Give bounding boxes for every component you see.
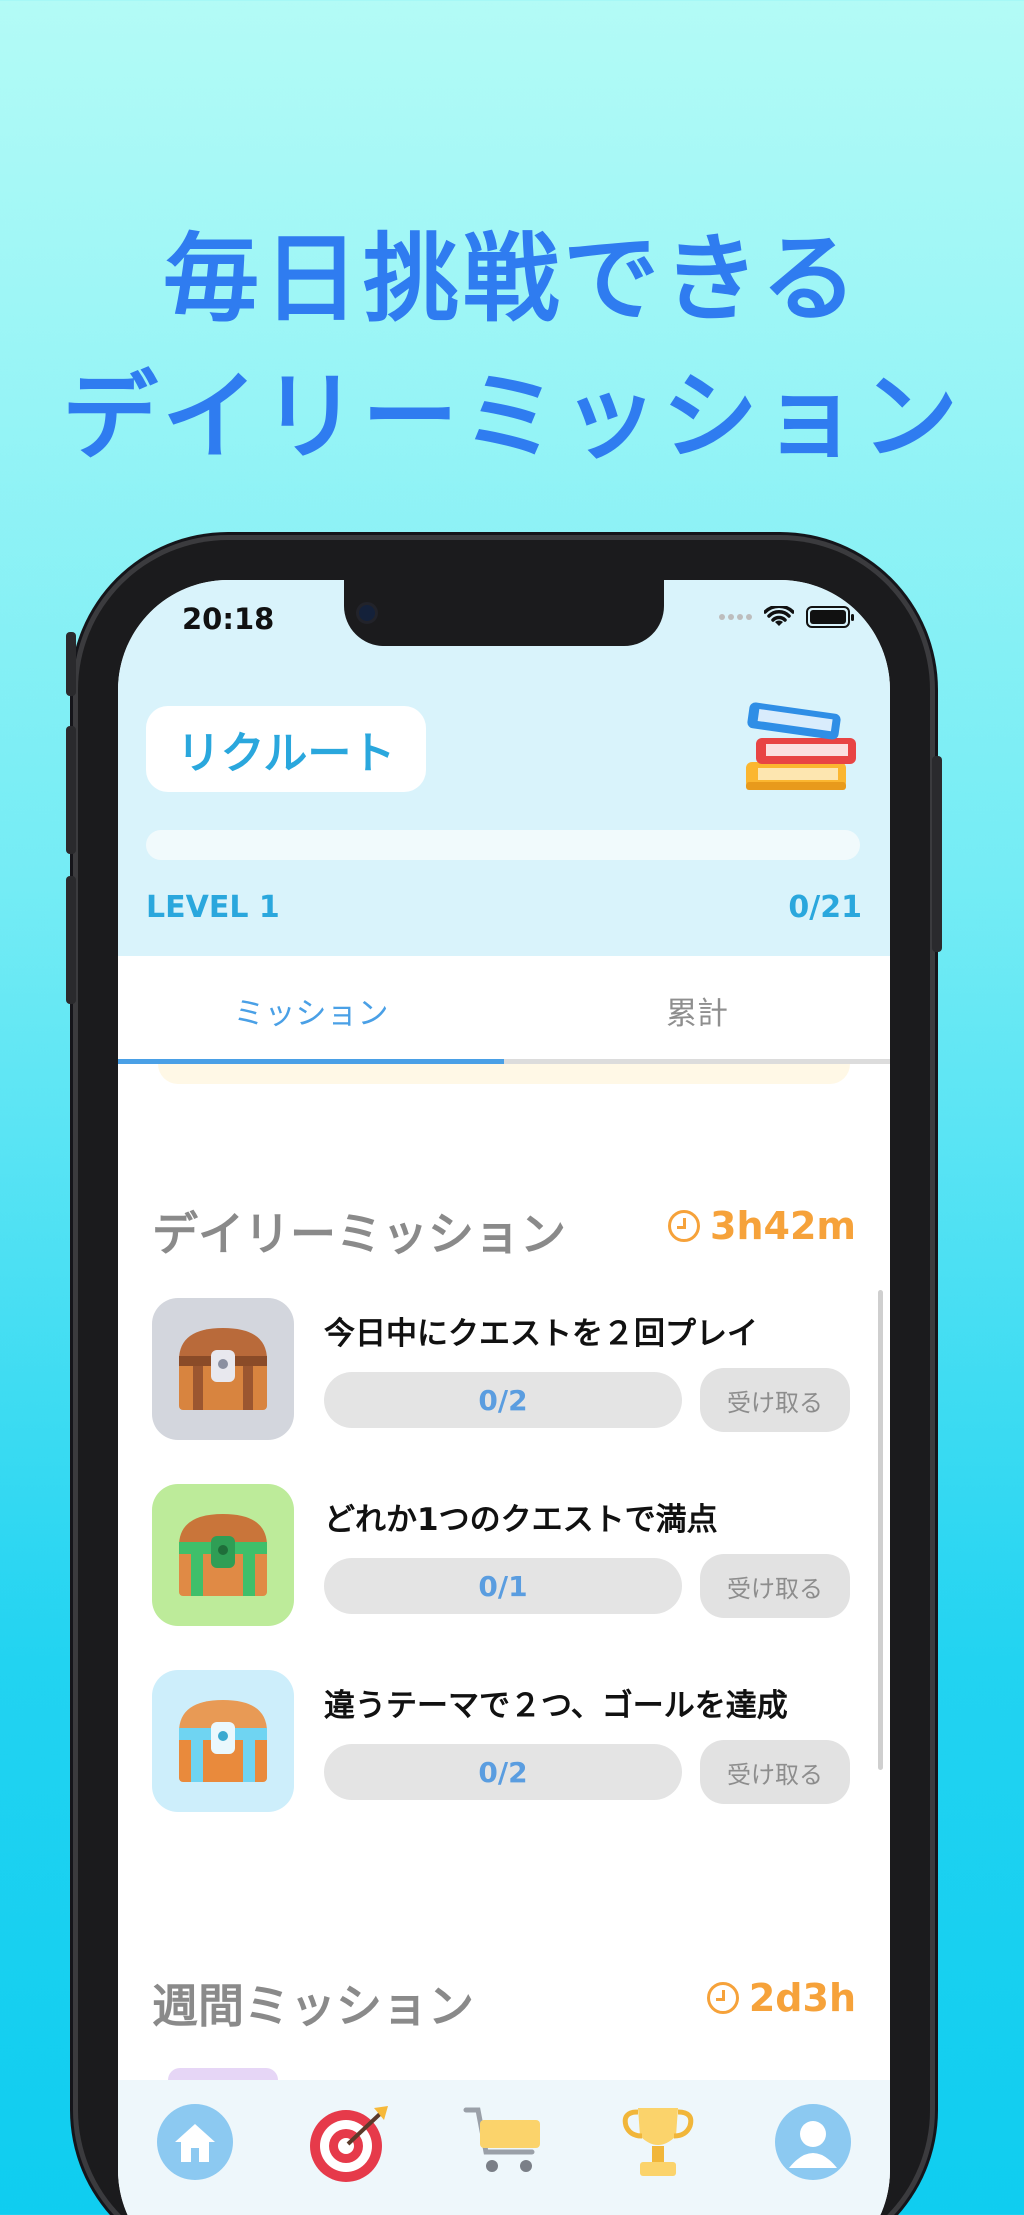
mission-progress-bar: 0/2 [324, 1744, 682, 1800]
treasure-chest-green-icon [152, 1484, 294, 1626]
mission-title: 今日中にクエストを２回プレイ [324, 1316, 758, 1352]
status-time: 20:18 [182, 602, 275, 636]
daily-timer: 3h42m [668, 1204, 856, 1248]
nav-missions[interactable] [305, 2102, 395, 2192]
receive-button[interactable]: 受け取る [700, 1368, 850, 1432]
status-indicators [719, 606, 854, 628]
promo-headline: 毎日挑戦できる デイリーミッション [0, 210, 1024, 486]
app-screen: 20:18 リクルート LEVEL 1 0/21 ミッション 累計 デイリーミッ… [118, 580, 890, 2215]
previous-card-edge [158, 1064, 850, 1084]
company-name-badge[interactable]: リクルート [146, 706, 426, 792]
cart-icon [463, 2107, 540, 2172]
phone-mute-switch [66, 632, 76, 696]
mission-progress-bar: 0/1 [324, 1558, 682, 1614]
trophy-icon [623, 2108, 694, 2176]
treasure-chest-brown-icon [152, 1298, 294, 1440]
profile-icon [774, 2104, 851, 2180]
books-icon [746, 702, 856, 790]
phone-frame: 20:18 リクルート LEVEL 1 0/21 ミッション 累計 デイリーミッ… [66, 540, 942, 2215]
mission-title: どれか1つのクエストで満点 [324, 1502, 718, 1538]
phone-notch [344, 580, 664, 646]
phone-volume-down [66, 876, 76, 1004]
target-icon [309, 2106, 388, 2182]
clock-icon [706, 1982, 739, 2014]
mission-item-3: 違うテーマで２つ、ゴールを達成 0/2 受け取る [152, 1670, 852, 1812]
mission-progress-bar: 0/2 [324, 1372, 682, 1428]
weekly-timer: 2d3h [706, 1976, 856, 2020]
treasure-chest-blue-icon [152, 1670, 294, 1812]
tab-cumulative[interactable]: 累計 [504, 956, 890, 1064]
weekly-mission-card-edge [168, 2068, 278, 2080]
receive-button[interactable]: 受け取る [700, 1554, 850, 1618]
nav-ranking[interactable] [613, 2102, 703, 2192]
daily-mission-title: デイリーミッション [152, 1207, 566, 1261]
phone-volume-up [66, 726, 76, 854]
nav-shop[interactable] [459, 2102, 549, 2192]
clock-icon [668, 1210, 701, 1242]
headline-line-2: デイリーミッション [62, 361, 962, 473]
receive-button[interactable]: 受け取る [700, 1740, 850, 1804]
weekly-timer-text: 2d3h [748, 1976, 856, 2020]
level-label: LEVEL 1 [146, 890, 280, 925]
level-progress-count: 0/21 [788, 890, 862, 925]
mission-item-2: どれか1つのクエストで満点 0/1 受け取る [152, 1484, 852, 1626]
phone-power-button [932, 756, 942, 952]
tab-cumulative-label: 累計 [666, 995, 728, 1032]
mission-title: 違うテーマで２つ、ゴールを達成 [324, 1688, 788, 1724]
battery-icon [806, 606, 854, 628]
bottom-tab-bar [118, 2080, 890, 2215]
mission-item-1: 今日中にクエストを２回プレイ 0/2 受け取る [152, 1298, 852, 1440]
cellular-signal-icon [719, 614, 752, 620]
daily-timer-text: 3h42m [710, 1204, 856, 1248]
home-icon [157, 2104, 234, 2180]
scrollbar[interactable] [878, 1290, 883, 1770]
weekly-mission-title: 週間ミッション [152, 1979, 474, 2033]
nav-home[interactable] [150, 2102, 240, 2192]
level-progress-bar [146, 830, 860, 860]
headline-line-1: 毎日挑戦できる [162, 223, 862, 335]
nav-profile[interactable] [768, 2102, 858, 2192]
tab-missions-label: ミッション [233, 995, 389, 1032]
camera-icon [356, 602, 378, 624]
tab-missions[interactable]: ミッション [118, 956, 504, 1064]
tab-bar-top: ミッション 累計 [118, 956, 890, 1064]
wifi-icon [764, 606, 794, 626]
